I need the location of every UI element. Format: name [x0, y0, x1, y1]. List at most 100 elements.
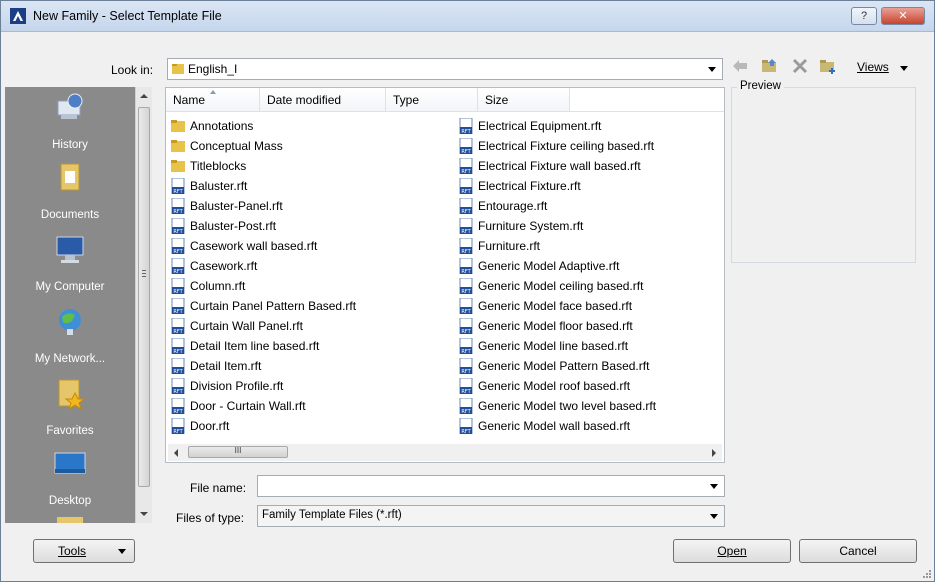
file-name: Conceptual Mass	[190, 139, 283, 153]
file-icon-wrap: RFT	[170, 217, 186, 235]
file-icon-wrap: RFT	[458, 157, 474, 175]
revit-app-icon	[10, 8, 26, 24]
file-icon-wrap: RFT	[170, 377, 186, 395]
file-name: Electrical Fixture ceiling based.rft	[478, 139, 655, 153]
file-name: Curtain Wall Panel.rft	[190, 319, 303, 333]
scroll-thumb[interactable]: III	[188, 446, 288, 458]
file-name: Furniture.rft	[478, 239, 541, 253]
svg-text:RFT: RFT	[173, 269, 183, 274]
files-of-type-dropdown[interactable]: Family Template Files (*.rft)	[257, 505, 725, 527]
up-folder-icon[interactable]	[761, 57, 779, 75]
close-button[interactable]: ✕	[881, 7, 925, 25]
svg-text:RFT: RFT	[173, 249, 183, 254]
scroll-down-icon[interactable]	[140, 512, 148, 516]
file-name-label: File name:	[190, 481, 247, 495]
cancel-button[interactable]: Cancel	[799, 539, 917, 563]
scroll-right-icon[interactable]	[712, 449, 716, 457]
svg-text:RFT: RFT	[461, 349, 471, 354]
file-name: Generic Model two level based.rft	[478, 399, 657, 413]
file-name: Furniture System.rft	[478, 219, 584, 233]
file-name: Curtain Panel Pattern Based.rft	[190, 299, 357, 313]
favorites-icon	[58, 379, 86, 411]
place-my-network[interactable]: My Network...	[5, 301, 135, 373]
rft-file-icon: RFT	[171, 237, 185, 255]
file-name: Electrical Fixture.rft	[478, 179, 581, 193]
file-icon-wrap: RFT	[170, 397, 186, 415]
open-button[interactable]: Open	[673, 539, 791, 563]
column-header-label: Type	[393, 93, 420, 107]
file-name: Generic Model ceiling based.rft	[478, 279, 644, 293]
rft-file-icon: RFT	[171, 217, 185, 235]
file-name: Annotations	[190, 119, 254, 133]
svg-text:RFT: RFT	[461, 309, 471, 314]
look-in-dropdown[interactable]: English_I	[167, 58, 723, 80]
place-label: History	[52, 139, 88, 151]
place-desktop[interactable]: Desktop	[5, 443, 135, 515]
scroll-thumb[interactable]	[138, 107, 150, 487]
file-name: Generic Model floor based.rft	[478, 319, 633, 333]
views-chevron-icon	[900, 66, 909, 71]
look-in-label: Look in:	[111, 63, 154, 77]
chevron-down-icon	[708, 67, 716, 72]
column-header-label: Size	[485, 93, 509, 107]
file-list: Name Date modified Type Size Annotations…	[165, 87, 725, 463]
svg-text:RFT: RFT	[461, 369, 471, 374]
file-name-input[interactable]	[257, 475, 725, 497]
place-documents[interactable]: Documents	[5, 157, 135, 229]
file-icon-wrap: RFT	[170, 177, 186, 195]
svg-text:RFT: RFT	[461, 129, 471, 134]
horizontal-scrollbar[interactable]: III	[168, 444, 722, 461]
new-folder-icon[interactable]	[819, 57, 837, 75]
column-header-date[interactable]: Date modified	[260, 88, 386, 111]
file-name: Generic Model roof based.rft	[478, 379, 631, 393]
views-menu[interactable]: Views	[857, 60, 909, 74]
file-name: Casework wall based.rft	[190, 239, 318, 253]
rft-file-icon: RFT	[459, 257, 473, 275]
place-label: Favorites	[46, 425, 94, 437]
rft-file-icon: RFT	[171, 257, 185, 275]
file-icon-wrap: RFT	[458, 417, 474, 435]
title-bar[interactable]: New Family - Select Template File ? ✕	[1, 1, 934, 32]
rft-file-icon: RFT	[459, 117, 473, 135]
scroll-left-icon[interactable]	[174, 449, 178, 457]
column-header-size[interactable]: Size	[478, 88, 570, 111]
rft-file-icon: RFT	[171, 177, 185, 195]
documents-icon	[60, 163, 80, 191]
preview-label: Preview	[737, 80, 784, 92]
column-header-name[interactable]: Name	[166, 88, 260, 111]
scroll-up-icon[interactable]	[140, 94, 148, 98]
place-favorites[interactable]: Favorites	[5, 373, 135, 445]
file-name: Door - Curtain Wall.rft	[190, 399, 306, 413]
folder-icon-partial	[57, 517, 83, 523]
tools-button[interactable]: Tools	[33, 539, 135, 563]
delete-icon[interactable]	[791, 57, 809, 75]
svg-text:RFT: RFT	[173, 329, 183, 334]
place-history[interactable]: History	[5, 87, 135, 159]
file-name: Column.rft	[190, 279, 246, 293]
file-icon-wrap: RFT	[458, 397, 474, 415]
column-header-type[interactable]: Type	[386, 88, 478, 111]
file-icon-wrap: RFT	[458, 337, 474, 355]
places-scrollbar[interactable]	[135, 87, 152, 523]
resize-grip-icon[interactable]	[921, 568, 931, 578]
svg-text:RFT: RFT	[173, 209, 183, 214]
places-bar: History Documents My Computer My Network…	[5, 87, 135, 523]
folder-icon	[171, 140, 185, 152]
window-title: New Family - Select Template File	[33, 9, 222, 23]
rft-file-icon: RFT	[459, 337, 473, 355]
file-icon-wrap: RFT	[170, 277, 186, 295]
file-name: Casework.rft	[190, 259, 258, 273]
history-icon	[57, 93, 83, 119]
rft-file-icon: RFT	[459, 217, 473, 235]
open-label: Open	[717, 544, 747, 558]
back-arrow-icon[interactable]	[731, 57, 749, 75]
help-button[interactable]: ?	[851, 7, 877, 25]
file-icon-wrap: RFT	[458, 177, 474, 195]
file-name: Electrical Equipment.rft	[478, 119, 602, 133]
rft-file-icon: RFT	[459, 277, 473, 295]
network-icon	[59, 309, 81, 335]
chevron-down-icon[interactable]	[710, 484, 718, 489]
file-icon-wrap: RFT	[170, 357, 186, 375]
rft-file-icon: RFT	[459, 377, 473, 395]
place-my-computer[interactable]: My Computer	[5, 229, 135, 301]
